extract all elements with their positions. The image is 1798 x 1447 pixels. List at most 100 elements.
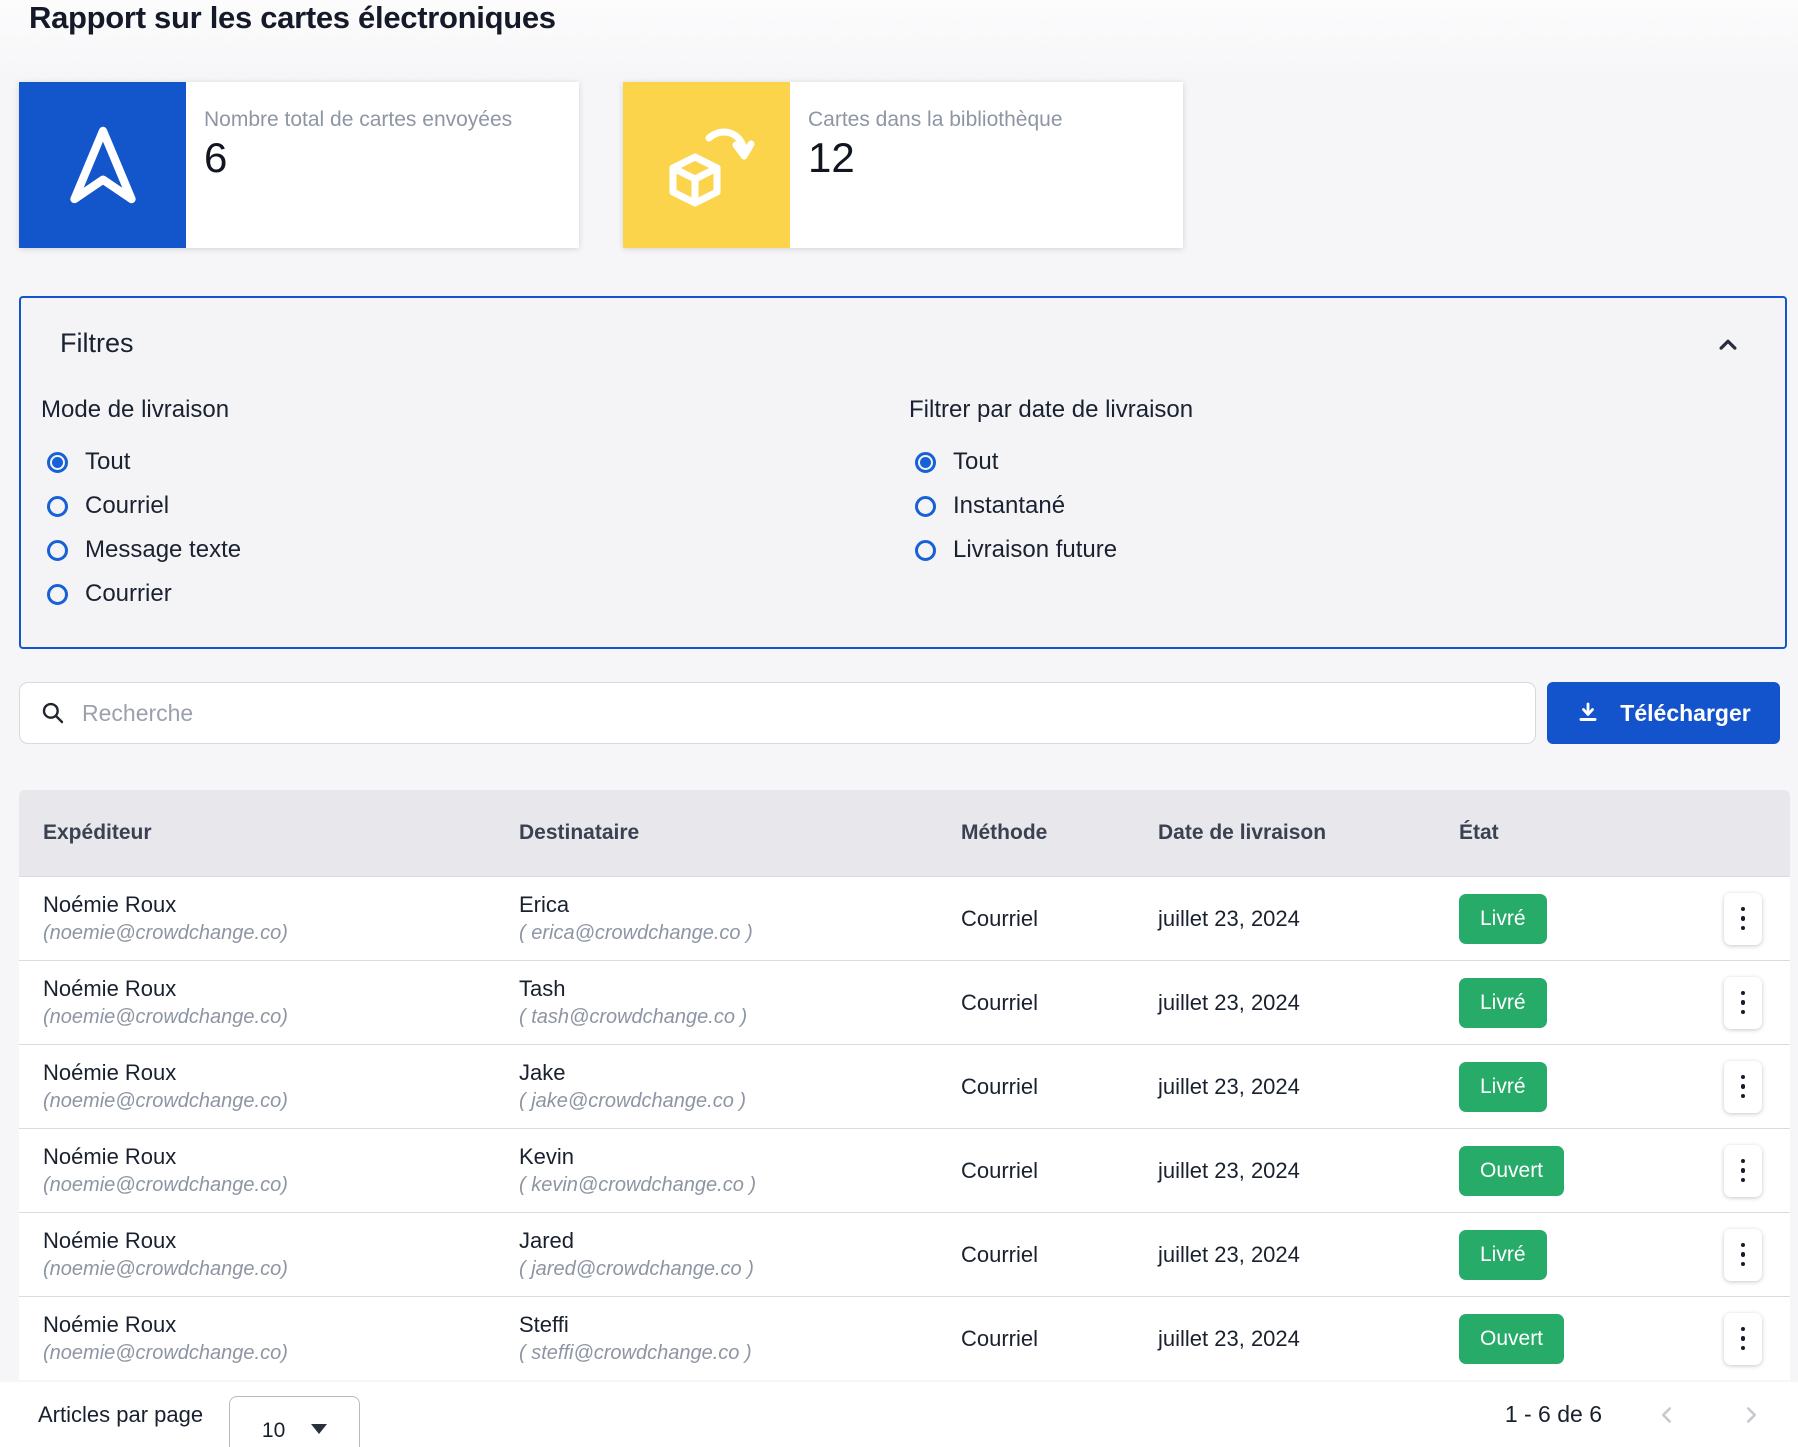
filter-group-label: Filtrer par date de livraison [909, 396, 1193, 424]
recipient-name: Tash [519, 976, 937, 1002]
table-row: Noémie Roux (noemie@crowdchange.co) Jare… [19, 1212, 1790, 1296]
row-menu-button[interactable] [1724, 1229, 1762, 1281]
items-per-page-value: 10 [262, 1419, 285, 1443]
filter-group-label: Mode de livraison [41, 396, 241, 424]
radio-icon[interactable] [915, 540, 936, 561]
items-per-page-select[interactable]: 10 [229, 1396, 360, 1447]
search-toolbar: Télécharger [19, 682, 1780, 744]
radio-option-tout-date[interactable]: Tout [909, 440, 1193, 484]
next-page-button[interactable] [1736, 1400, 1766, 1430]
method-cell: Courriel [937, 990, 1134, 1016]
recipient-email: ( jake@crowdchange.co ) [519, 1090, 937, 1113]
radio-label: Tout [85, 448, 130, 476]
status-badge: Livré [1459, 1230, 1547, 1280]
status-badge: Livré [1459, 894, 1547, 944]
sender-name: Noémie Roux [43, 1144, 495, 1170]
filter-group-delivery-mode: Mode de livraison Tout Courriel Message … [41, 396, 241, 616]
table-row: Noémie Roux (noemie@crowdchange.co) Eric… [19, 876, 1790, 960]
row-menu-button[interactable] [1724, 1061, 1762, 1113]
radio-option-instantane[interactable]: Instantané [909, 484, 1193, 528]
radio-icon[interactable] [47, 496, 68, 517]
filters-title: Filtres [60, 328, 134, 359]
radio-option-message-texte[interactable]: Message texte [41, 528, 241, 572]
row-menu-button[interactable] [1724, 1145, 1762, 1197]
status-badge: Livré [1459, 1062, 1547, 1112]
pagination-footer: Articles par page 10 1 - 6 de 6 [0, 1382, 1798, 1447]
items-per-page-label: Articles par page [38, 1402, 203, 1428]
stat-cards: Nombre total de cartes envoyées 6 Cartes… [19, 82, 1798, 248]
table-row: Noémie Roux (noemie@crowdchange.co) Jake… [19, 1044, 1790, 1128]
column-header-date: Date de livraison [1134, 821, 1435, 845]
collapse-filters-button[interactable] [1711, 328, 1745, 362]
download-icon [1576, 701, 1600, 725]
filter-group-delivery-date: Filtrer par date de livraison Tout Insta… [909, 396, 1193, 572]
sender-name: Noémie Roux [43, 1312, 495, 1338]
download-button[interactable]: Télécharger [1547, 682, 1780, 744]
table-row: Noémie Roux (noemie@crowdchange.co) Tash… [19, 960, 1790, 1044]
recipient-email: ( erica@crowdchange.co ) [519, 922, 937, 945]
search-box[interactable] [19, 682, 1536, 744]
stat-card-library: Cartes dans la bibliothèque 12 [623, 82, 1183, 248]
sender-name: Noémie Roux [43, 892, 495, 918]
column-header-method: Méthode [937, 821, 1134, 845]
stat-value: 6 [204, 134, 512, 182]
download-button-label: Télécharger [1620, 700, 1750, 727]
search-input[interactable] [82, 700, 1515, 727]
radio-option-livraison-future[interactable]: Livraison future [909, 528, 1193, 572]
column-header-sender: Expéditeur [19, 821, 495, 845]
radio-selected-icon[interactable] [915, 452, 936, 473]
pagination-range-label: 1 - 6 de 6 [1505, 1401, 1602, 1428]
method-cell: Courriel [937, 1326, 1134, 1352]
recipient-email: ( jared@crowdchange.co ) [519, 1258, 937, 1281]
radio-option-courrier[interactable]: Courrier [41, 572, 241, 616]
table-row: Noémie Roux (noemie@crowdchange.co) Stef… [19, 1296, 1790, 1380]
recipient-name: Jake [519, 1060, 937, 1086]
table-header-row: Expéditeur Destinataire Méthode Date de … [19, 790, 1790, 876]
row-menu-button[interactable] [1724, 977, 1762, 1029]
radio-icon[interactable] [47, 584, 68, 605]
previous-page-button[interactable] [1652, 1400, 1682, 1430]
date-cell: juillet 23, 2024 [1134, 1326, 1435, 1352]
method-cell: Courriel [937, 1242, 1134, 1268]
row-menu-button[interactable] [1724, 893, 1762, 945]
sender-email: (noemie@crowdchange.co) [43, 1090, 495, 1113]
recipient-email: ( kevin@crowdchange.co ) [519, 1174, 937, 1197]
sender-email: (noemie@crowdchange.co) [43, 1258, 495, 1281]
stat-value: 12 [808, 134, 1063, 182]
radio-label: Livraison future [953, 536, 1117, 564]
radio-label: Instantané [953, 492, 1065, 520]
column-header-recipient: Destinataire [495, 821, 937, 845]
method-cell: Courriel [937, 1158, 1134, 1184]
cards-report-table: Expéditeur Destinataire Méthode Date de … [19, 790, 1790, 1380]
status-badge: Livré [1459, 978, 1547, 1028]
search-icon [40, 700, 66, 726]
chevron-right-icon [1738, 1402, 1764, 1428]
date-cell: juillet 23, 2024 [1134, 906, 1435, 932]
row-menu-button[interactable] [1724, 1313, 1762, 1365]
sender-email: (noemie@crowdchange.co) [43, 1006, 495, 1029]
box-return-icon [623, 82, 790, 248]
status-badge: Ouvert [1459, 1314, 1564, 1364]
send-arrow-icon [19, 82, 186, 248]
radio-icon[interactable] [47, 540, 68, 561]
filters-panel: Filtres Mode de livraison Tout Courriel … [19, 296, 1787, 649]
stat-label: Cartes dans la bibliothèque [808, 108, 1063, 132]
column-header-status: État [1435, 821, 1700, 845]
radio-label: Tout [953, 448, 998, 476]
radio-option-tout[interactable]: Tout [41, 440, 241, 484]
recipient-name: Steffi [519, 1312, 937, 1338]
recipient-name: Erica [519, 892, 937, 918]
radio-label: Message texte [85, 536, 241, 564]
recipient-name: Kevin [519, 1144, 937, 1170]
radio-label: Courrier [85, 580, 172, 608]
method-cell: Courriel [937, 906, 1134, 932]
status-badge: Ouvert [1459, 1146, 1564, 1196]
sender-email: (noemie@crowdchange.co) [43, 1342, 495, 1365]
date-cell: juillet 23, 2024 [1134, 1074, 1435, 1100]
radio-option-courriel[interactable]: Courriel [41, 484, 241, 528]
radio-selected-icon[interactable] [47, 452, 68, 473]
sender-name: Noémie Roux [43, 976, 495, 1002]
method-cell: Courriel [937, 1074, 1134, 1100]
sender-name: Noémie Roux [43, 1060, 495, 1086]
radio-icon[interactable] [915, 496, 936, 517]
